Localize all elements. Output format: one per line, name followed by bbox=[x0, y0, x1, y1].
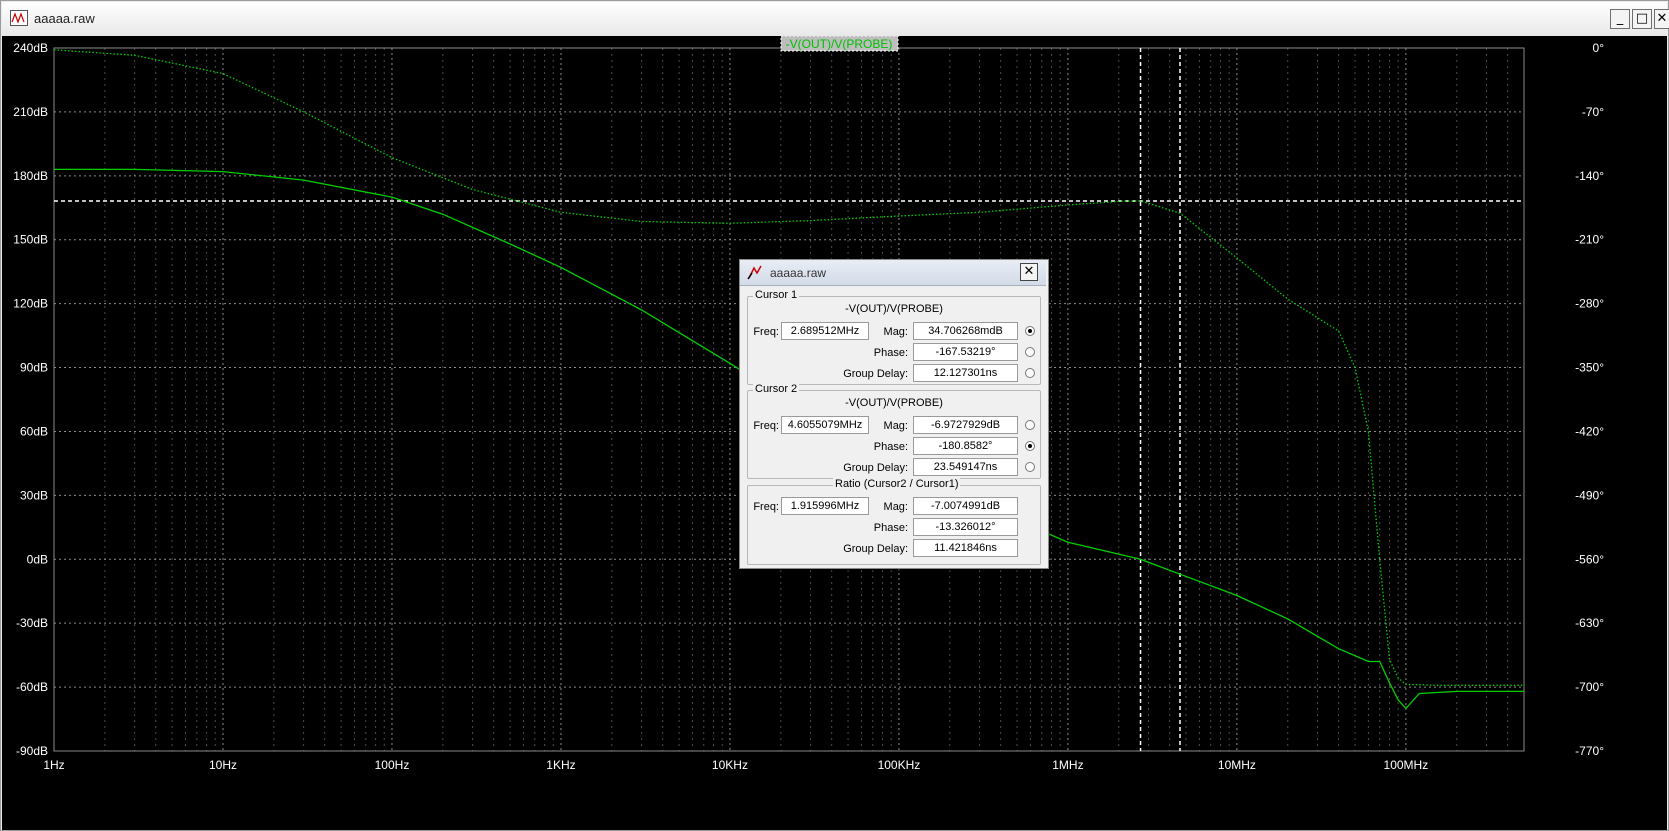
cursor2-phase-radio[interactable] bbox=[1025, 441, 1035, 451]
y-left-tick-label: 150dB bbox=[13, 233, 48, 247]
cursor1-mag-radio[interactable] bbox=[1025, 326, 1035, 336]
ratio-group: Ratio (Cursor2 / Cursor1) Freq: 1.915996… bbox=[747, 478, 1041, 565]
cursor1-phase-radio[interactable] bbox=[1025, 347, 1035, 357]
cursor2-mag-label: Mag: bbox=[883, 420, 908, 432]
y-left-tick-label: 120dB bbox=[13, 297, 48, 311]
y-right-tick-label: -560° bbox=[1575, 552, 1604, 566]
x-tick-label: 1KHz bbox=[546, 758, 575, 772]
ratio-gd-label: Group Delay: bbox=[843, 543, 908, 555]
y-right-tick-label: -630° bbox=[1575, 616, 1604, 630]
ratio-mag-field[interactable]: -7.0074991dB bbox=[913, 497, 1018, 515]
dialog-close-button[interactable]: ✕ bbox=[1020, 263, 1038, 281]
x-tick-label: 1MHz bbox=[1052, 758, 1083, 772]
ratio-gd-field[interactable]: 11.421846ns bbox=[913, 539, 1018, 557]
cursor1-gd-radio[interactable] bbox=[1025, 368, 1035, 378]
y-right-tick-label: -770° bbox=[1575, 744, 1604, 758]
y-right-tick-label: -700° bbox=[1575, 680, 1604, 694]
y-right-tick-label: -140° bbox=[1575, 169, 1604, 183]
cursor1-gd-label: Group Delay: bbox=[843, 368, 908, 380]
y-left-tick-label: -60dB bbox=[16, 680, 48, 694]
y-right-tick-label: -210° bbox=[1575, 233, 1604, 247]
ratio-phase-label: Phase: bbox=[873, 522, 908, 534]
trace-label[interactable]: -V(OUT)/V(PROBE) bbox=[780, 36, 899, 52]
cursor2-freq-label: Freq: bbox=[753, 420, 779, 432]
y-left-tick-label: 30dB bbox=[20, 488, 48, 502]
cursor1-phase-field[interactable]: -167.53219° bbox=[913, 343, 1018, 361]
cursor1-group: Cursor 1 -V(OUT)/V(PROBE) Freq: 2.689512… bbox=[747, 289, 1041, 385]
cursor1-phase-label: Phase: bbox=[873, 347, 908, 359]
trace-label-text: -V(OUT)/V(PROBE) bbox=[786, 37, 893, 51]
window-title: aaaaa.raw bbox=[34, 11, 95, 26]
x-tick-label: 10KHz bbox=[712, 758, 748, 772]
cursor1-mag-field[interactable]: 34.706268mdB bbox=[913, 322, 1018, 340]
y-left-tick-label: 60dB bbox=[20, 424, 48, 438]
y-right-tick-label: 0° bbox=[1593, 41, 1605, 55]
y-left-tick-label: -90dB bbox=[16, 744, 48, 758]
cursor2-phase-field[interactable]: -180.8582° bbox=[913, 437, 1018, 455]
cursor1-freq-field[interactable]: 2.689512MHz bbox=[781, 322, 869, 340]
x-tick-label: 10Hz bbox=[209, 758, 237, 772]
ratio-phase-field[interactable]: -13.326012° bbox=[913, 518, 1018, 536]
ratio-freq-field[interactable]: 1.915996MHz bbox=[781, 497, 869, 515]
minimize-button[interactable]: _ bbox=[1610, 9, 1630, 29]
cursor1-label: Cursor 1 bbox=[753, 289, 800, 301]
y-right-tick-label: -350° bbox=[1575, 361, 1604, 375]
waveform-window: aaaaa.raw _ □ ✕ 1Hz 10Hz 100Hz 1KHz 10KHz 100… bbox=[0, 0, 1669, 831]
cursor-dialog[interactable]: aaaaa.raw ✕ Cursor 1 -V(OUT)/V(PROBE) Fr… bbox=[739, 259, 1049, 569]
cursor2-gd-field[interactable]: 23.549147ns bbox=[913, 458, 1018, 476]
ratio-label: Ratio (Cursor2 / Cursor1) bbox=[833, 478, 961, 490]
y-left-tick-label: 180dB bbox=[13, 169, 48, 183]
ratio-mag-label: Mag: bbox=[883, 501, 908, 513]
cursor-probe-icon bbox=[747, 265, 762, 280]
close-button[interactable]: ✕ bbox=[1654, 9, 1669, 29]
x-tick-label: 100Hz bbox=[375, 758, 410, 772]
y-left-tick-label: 90dB bbox=[20, 361, 48, 375]
y-left-tick-label: 240dB bbox=[13, 41, 48, 55]
waveform-viewer-icon bbox=[10, 10, 28, 26]
cursor1-mag-label: Mag: bbox=[883, 326, 908, 338]
x-tick-label: 10MHz bbox=[1218, 758, 1256, 772]
x-tick-label: 1Hz bbox=[43, 758, 64, 772]
dialog-title: aaaaa.raw bbox=[770, 266, 827, 280]
cursor1-trace: -V(OUT)/V(PROBE) bbox=[845, 303, 943, 315]
cursor2-gd-label: Group Delay: bbox=[843, 462, 908, 474]
cursor2-label: Cursor 2 bbox=[753, 383, 800, 395]
title-bar[interactable]: aaaaa.raw _ □ ✕ bbox=[2, 2, 1669, 37]
maximize-button[interactable]: □ bbox=[1632, 9, 1652, 29]
x-tick-label: 100MHz bbox=[1384, 758, 1429, 772]
y-right-tick-label: -490° bbox=[1575, 488, 1604, 502]
cursor1-gd-field[interactable]: 12.127301ns bbox=[913, 364, 1018, 382]
ratio-freq-label: Freq: bbox=[753, 501, 779, 513]
cursor2-freq-field[interactable]: 4.6055079MHz bbox=[781, 416, 869, 434]
dialog-title-bar[interactable]: aaaaa.raw ✕ bbox=[740, 260, 1046, 286]
y-left-tick-label: -30dB bbox=[16, 616, 48, 630]
cursor2-trace: -V(OUT)/V(PROBE) bbox=[845, 397, 943, 409]
y-right-tick-label: -70° bbox=[1582, 105, 1604, 119]
cursor2-gd-radio[interactable] bbox=[1025, 462, 1035, 472]
cursor2-mag-field[interactable]: -6.9727929dB bbox=[913, 416, 1018, 434]
y-right-tick-label: -280° bbox=[1575, 297, 1604, 311]
cursor1-freq-label: Freq: bbox=[753, 326, 779, 338]
cursor2-group: Cursor 2 -V(OUT)/V(PROBE) Freq: 4.605507… bbox=[747, 383, 1041, 479]
y-right-tick-label: -420° bbox=[1575, 424, 1604, 438]
x-tick-label: 100KHz bbox=[878, 758, 921, 772]
cursor2-phase-label: Phase: bbox=[873, 441, 908, 453]
y-left-tick-label: 210dB bbox=[13, 105, 48, 119]
y-left-tick-label: 0dB bbox=[27, 552, 48, 566]
cursor2-mag-radio[interactable] bbox=[1025, 420, 1035, 430]
